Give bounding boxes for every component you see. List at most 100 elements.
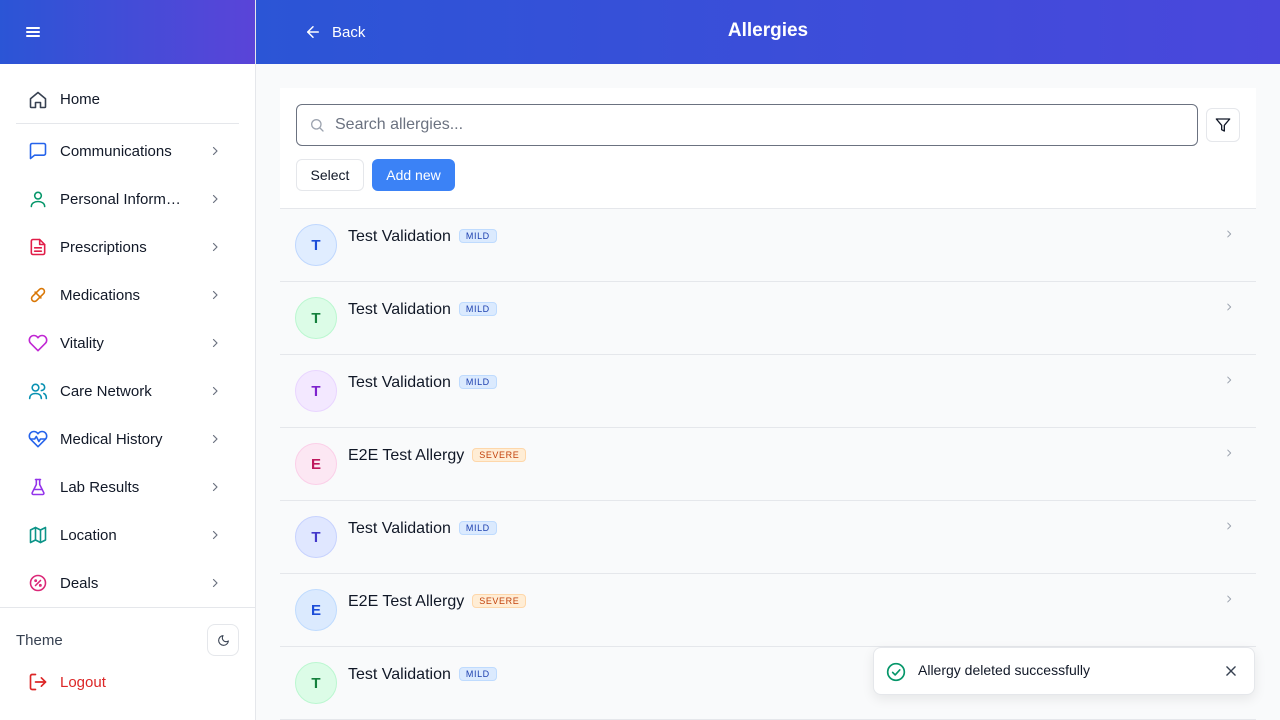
sidebar-item-prescriptions[interactable]: Prescriptions: [16, 223, 239, 271]
sidebar-item-label: Deals: [60, 574, 99, 592]
users-icon: [28, 381, 48, 401]
logout-icon: [29, 673, 47, 691]
allergy-title: E2E Test Allergy SEVERE: [348, 447, 527, 465]
sidebar-item-label: Medications: [60, 286, 141, 304]
allergy-name: Test Validation: [348, 301, 451, 318]
sidebar-item-medical-history[interactable]: Medical History: [16, 415, 239, 463]
avatar: T: [295, 662, 337, 704]
filter-icon: [1215, 118, 1231, 132]
sidebar-item-home[interactable]: Home: [16, 76, 239, 124]
theme-toggle-button[interactable]: [207, 624, 239, 656]
avatar: E: [295, 589, 337, 631]
severity-badge: SEVERE: [472, 594, 527, 608]
sidebar-item-label: Lab Results: [60, 478, 140, 496]
map-icon: [28, 525, 48, 545]
logout-label: Logout: [60, 673, 106, 691]
home-icon: [28, 90, 48, 110]
chevron-right-icon: [1224, 373, 1234, 387]
sidebar-nav: Home Communications Personal Information Pr…: [16, 76, 239, 607]
sidebar-item-label: Vitality: [60, 334, 104, 352]
sidebar-item-label: Location: [60, 526, 117, 544]
document-icon: [28, 237, 48, 257]
chevron-right-icon: [209, 433, 221, 445]
search-box: [296, 104, 1198, 146]
list-item[interactable]: E E2E Test Allergy SEVERE: [280, 574, 1256, 647]
heart-icon: [28, 333, 48, 353]
user-icon: [28, 189, 48, 209]
sidebar-item-communications[interactable]: Communications: [16, 127, 239, 175]
avatar: T: [295, 516, 337, 558]
theme-label: Theme: [16, 631, 63, 649]
search-input[interactable]: [335, 116, 1175, 134]
list-item[interactable]: T Test Validation MILD: [280, 355, 1256, 428]
sidebar-item-label: Communications: [60, 142, 172, 160]
allergy-name: E2E Test Allergy: [348, 447, 465, 464]
chevron-right-icon: [1224, 592, 1234, 606]
list-item[interactable]: T Test Validation MILD: [280, 209, 1256, 282]
allergy-title: E2E Test Allergy SEVERE: [348, 593, 527, 611]
allergy-list: T Test Validation MILD T Test Validation MILD…: [280, 209, 1256, 720]
sidebar-footer: Theme Logout: [0, 607, 255, 720]
list-item[interactable]: T Test Validation MILD: [280, 501, 1256, 574]
avatar: T: [295, 370, 337, 412]
severity-badge: MILD: [458, 302, 497, 316]
allergy-name: Test Validation: [348, 228, 451, 245]
severity-badge: MILD: [458, 375, 497, 389]
sidebar-item-vitality[interactable]: Vitality: [16, 319, 239, 367]
chevron-right-icon: [209, 145, 221, 157]
chevron-right-icon: [209, 529, 221, 541]
sidebar-item-medications[interactable]: Medications: [16, 271, 239, 319]
sidebar-item-label: Medical History: [60, 430, 163, 448]
select-button[interactable]: Select: [296, 159, 364, 191]
chevron-right-icon: [209, 289, 221, 301]
list-item[interactable]: T Test Validation MILD: [280, 282, 1256, 355]
sidebar-item-label: Prescriptions: [60, 238, 147, 256]
sidebar: Home Communications Personal Information Pr…: [0, 0, 256, 720]
close-icon[interactable]: [1224, 664, 1238, 678]
list-item[interactable]: E E2E Test Allergy SEVERE: [280, 428, 1256, 501]
severity-badge: SEVERE: [472, 448, 527, 462]
sidebar-item-label: Care Network: [60, 382, 152, 400]
toast-message: Allergy deleted successfully: [918, 662, 1090, 678]
allergy-name: Test Validation: [348, 374, 451, 391]
sidebar-item-location[interactable]: Location: [16, 511, 239, 559]
filter-button[interactable]: [1206, 108, 1240, 142]
sidebar-item-personal-information[interactable]: Personal Information: [16, 175, 239, 223]
allergy-title: Test Validation MILD: [348, 666, 497, 684]
message-icon: [28, 141, 48, 161]
allergy-name: Test Validation: [348, 666, 451, 683]
chevron-right-icon: [209, 577, 221, 589]
flask-icon: [28, 477, 48, 497]
hamburger-icon[interactable]: [26, 25, 42, 39]
sidebar-item-label: Personal Information: [60, 190, 186, 208]
allergy-title: Test Validation MILD: [348, 301, 497, 319]
sidebar-item-label: Home: [60, 91, 101, 108]
allergy-title: Test Validation MILD: [348, 520, 497, 538]
allergy-title: Test Validation MILD: [348, 374, 497, 392]
sidebar-header: [0, 0, 255, 64]
chevron-right-icon: [1224, 446, 1234, 460]
add-new-button[interactable]: Add new: [372, 159, 455, 191]
heart-pulse-icon: [28, 429, 48, 449]
sidebar-item-care-network[interactable]: Care Network: [16, 367, 239, 415]
check-circle-icon: [886, 662, 906, 682]
severity-badge: MILD: [458, 229, 497, 243]
toast-notification: Allergy deleted successfully: [873, 647, 1255, 695]
chevron-right-icon: [1224, 300, 1234, 314]
severity-badge: MILD: [458, 521, 497, 535]
severity-badge: MILD: [458, 667, 497, 681]
chevron-right-icon: [1224, 519, 1234, 533]
chevron-right-icon: [209, 385, 221, 397]
avatar: T: [295, 297, 337, 339]
pill-icon: [28, 285, 48, 305]
avatar: E: [295, 443, 337, 485]
logout-button[interactable]: Logout: [28, 672, 106, 692]
sidebar-item-lab-results[interactable]: Lab Results: [16, 463, 239, 511]
chevron-right-icon: [1224, 227, 1234, 241]
sidebar-item-deals[interactable]: Deals: [16, 559, 239, 607]
allergy-name: E2E Test Allergy: [348, 593, 465, 610]
allergies-panel: Select Add new T Test Validation MILD T Test…: [280, 88, 1256, 720]
percent-badge-icon: [28, 573, 48, 593]
avatar: T: [295, 224, 337, 266]
allergy-name: Test Validation: [348, 520, 451, 537]
